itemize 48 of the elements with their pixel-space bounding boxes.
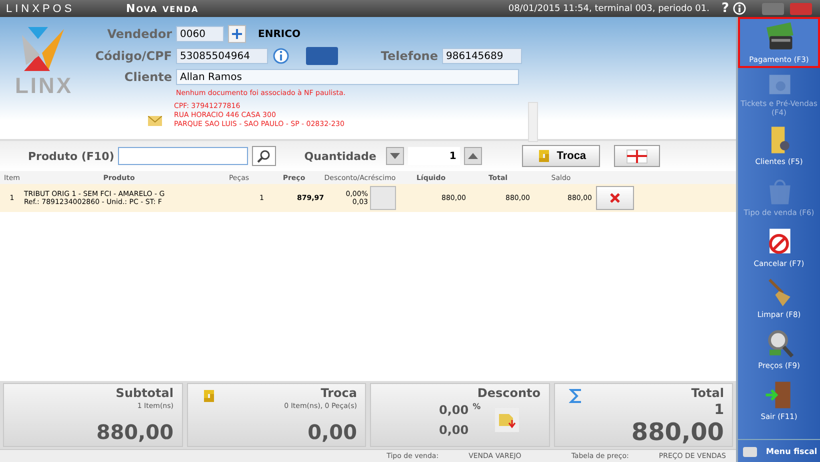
field-label: Código/CPF [94,49,172,63]
logo-text: LINX [14,73,74,99]
card-subtitle: 1 [714,402,724,418]
window-title: Nova venda [126,2,199,15]
field-label: Produto (F10) [28,150,114,162]
exchange-button[interactable]: Troca [522,145,600,167]
quantity-field[interactable]: 1 [408,147,460,165]
field-label: Telefone [380,49,438,63]
x-icon [610,193,620,203]
card-title: Desconto [477,386,540,400]
envelope-icon [148,116,162,126]
card-value: 0,00 [308,420,357,444]
plus-icon [232,29,242,39]
card-value: 880,00 [631,418,724,446]
card-title: Subtotal [116,386,174,400]
field-label: Cliente [123,70,172,84]
help-button[interactable]: ? [721,1,729,16]
card-title: Total [691,386,724,400]
customer-field[interactable]: Allan Ramos [176,69,519,85]
add-button[interactable] [228,25,246,43]
phone-field[interactable]: 986145689 [442,48,522,64]
discount-icon[interactable] [494,408,519,432]
seller-code-field[interactable]: 0060 [176,26,224,42]
scrollbar[interactable] [528,102,538,142]
field-label: Quantidade [304,150,376,162]
app-name: LINXPOS [6,2,76,14]
discount-value: 0,00 [439,423,470,437]
card-value: 880,00 [96,420,174,444]
gift-icon [625,148,650,164]
exchange-icon [536,148,551,164]
decrease-button[interactable] [386,147,404,165]
session-info: 08/01/2015 11:54, terminal 003, periodo 01. [508,4,710,14]
down-triangle-icon [390,153,400,159]
up-triangle-icon [468,153,478,159]
gift-button[interactable] [614,145,660,167]
discount-percent: 0,00 $^{%}$ [439,402,481,417]
fiscal-menu-button[interactable]: Menu fiscal [738,439,820,462]
exchange-icon [202,388,216,404]
cpf-field[interactable]: 53085504964 [176,48,268,64]
search-button[interactable] [252,146,276,166]
seller-name: ENRICO [258,28,300,40]
card-title: Troca [320,386,357,400]
increase-button[interactable] [464,147,482,165]
search-icon [257,149,272,163]
delete-button[interactable] [596,186,634,210]
sigma-icon [568,388,582,404]
product-field[interactable] [118,147,248,165]
field-label: Vendedor [106,27,172,41]
